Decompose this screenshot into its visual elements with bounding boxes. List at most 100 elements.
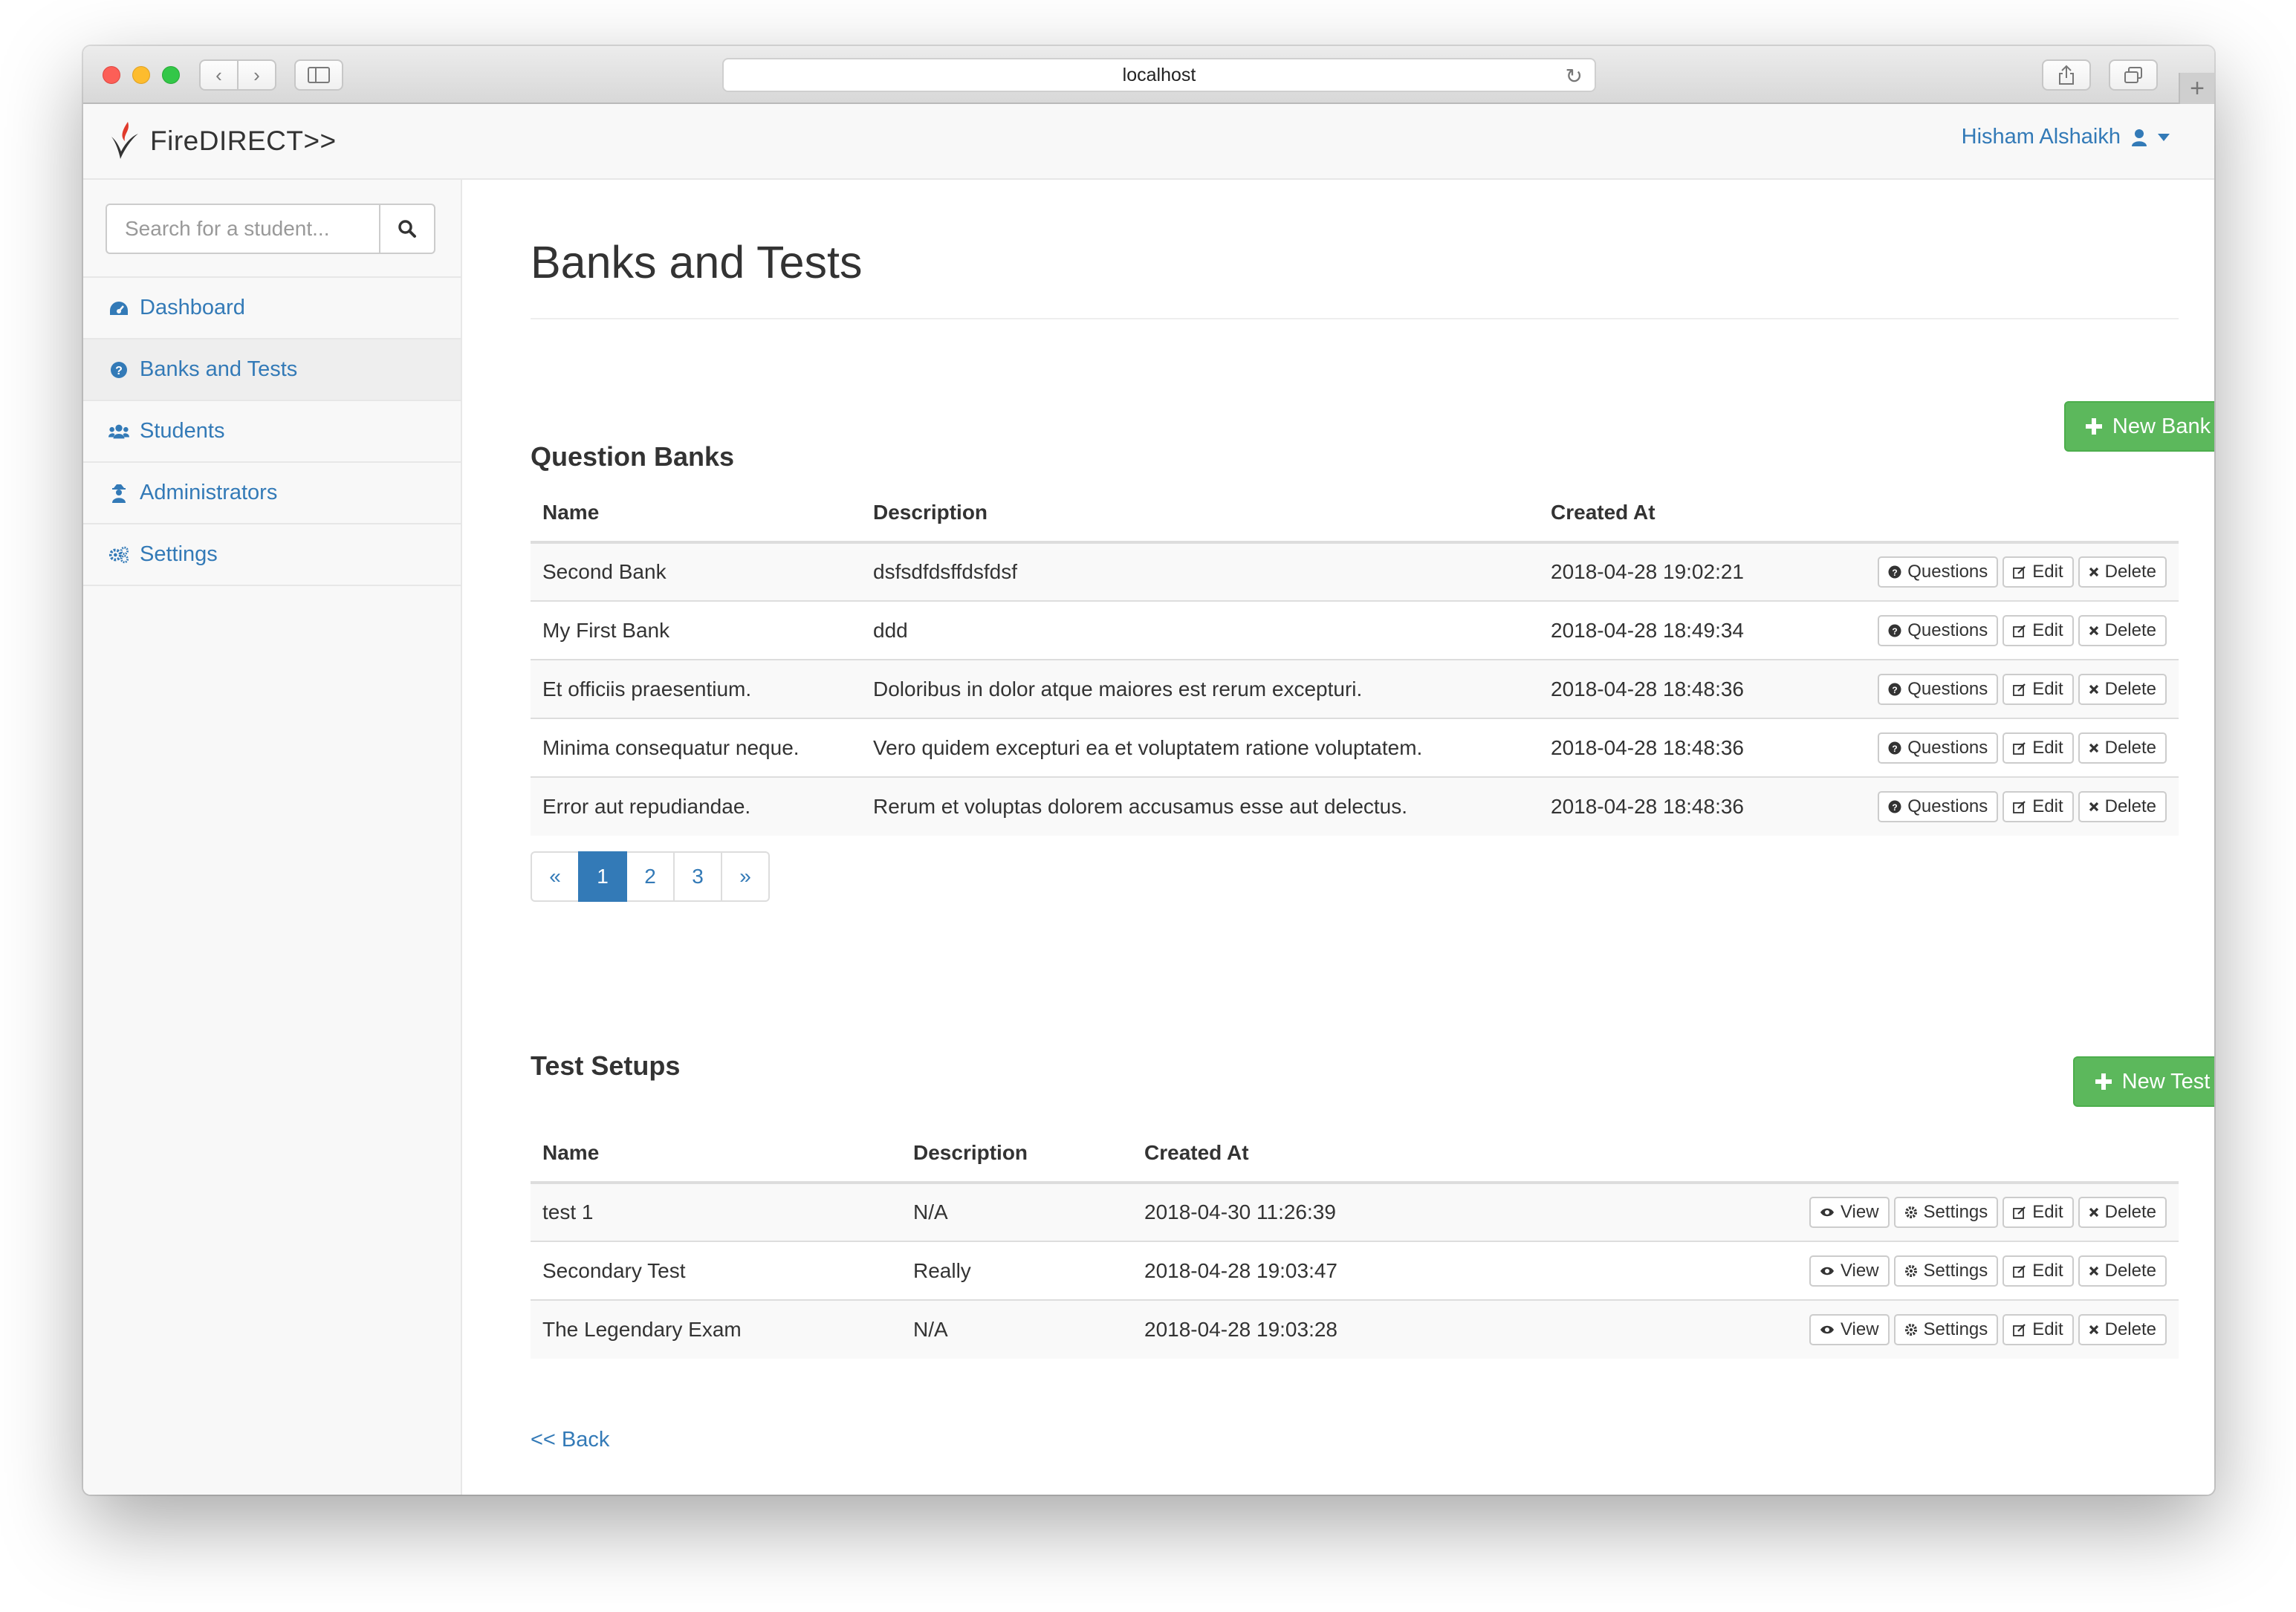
sidebar-icon: [308, 67, 330, 83]
delete-button[interactable]: Delete: [2078, 1197, 2167, 1228]
flame-logo-icon: [111, 122, 138, 159]
view-button[interactable]: View: [1809, 1314, 1890, 1345]
new-test-button[interactable]: New Test: [2073, 1056, 2214, 1107]
table-row: Secondary Test Really 2018-04-28 19:03:4…: [531, 1241, 2179, 1300]
caret-down-icon: [2158, 133, 2170, 141]
forward-arrow-icon[interactable]: ›: [239, 61, 275, 89]
edit-button[interactable]: Edit: [2002, 1197, 2074, 1228]
dashboard-icon: [108, 298, 129, 319]
questions-button[interactable]: ? Questions: [1878, 614, 1999, 646]
pagination-page-1[interactable]: 1: [578, 851, 627, 902]
bank-name: Second Bank: [531, 542, 861, 601]
student-search-input[interactable]: [106, 204, 379, 254]
column-header: Name: [531, 1125, 901, 1184]
sidebar-item-administrators[interactable]: Administrators: [83, 463, 461, 524]
edit-button[interactable]: Edit: [2002, 791, 2074, 822]
view-button[interactable]: View: [1809, 1197, 1890, 1228]
new-tab-button[interactable]: +: [2179, 73, 2214, 104]
remove-icon: [2089, 743, 2098, 753]
sidebar-item-dashboard[interactable]: Dashboard: [83, 278, 461, 339]
test-setups-table: Name Description Created At test 1 N/A 2…: [531, 1125, 2179, 1359]
delete-button[interactable]: Delete: [2078, 556, 2167, 588]
brand-link[interactable]: FireDIRECT>>: [108, 119, 337, 163]
edit-button[interactable]: Edit: [2002, 673, 2074, 705]
pagination-prev[interactable]: «: [531, 851, 580, 902]
sidebar-item-banks-and-tests[interactable]: ? Banks and Tests: [83, 339, 461, 401]
edit-button[interactable]: Edit: [2002, 1255, 2074, 1287]
address-bar[interactable]: localhost ↻: [722, 58, 1596, 92]
question-circle-icon: ?: [1888, 683, 1901, 695]
pagination-page-3[interactable]: 3: [673, 851, 722, 902]
delete-label: Delete: [2104, 678, 2156, 699]
sidebar-item-settings[interactable]: Settings: [83, 524, 461, 586]
settings-button[interactable]: Settings: [1893, 1255, 1999, 1287]
delete-button[interactable]: Delete: [2078, 673, 2167, 705]
delete-label: Delete: [2104, 1319, 2156, 1339]
row-actions: ? Questions Edit Delete: [1790, 659, 2179, 718]
table-row: Second Bank dsfsdfdsffdsfdsf 2018-04-28 …: [531, 542, 2179, 601]
delete-button[interactable]: Delete: [2078, 1314, 2167, 1345]
close-window-button[interactable]: [103, 66, 120, 84]
banks-pagination: « 1 2 3 »: [531, 851, 770, 902]
remove-icon: [2089, 684, 2098, 694]
user-dropdown[interactable]: Hisham Alshaikh: [1962, 125, 2170, 149]
test-description: N/A: [901, 1299, 1132, 1359]
svg-text:?: ?: [1893, 568, 1898, 578]
minimize-window-button[interactable]: [132, 66, 150, 84]
edit-label: Edit: [2032, 1319, 2063, 1339]
questions-label: Questions: [1907, 620, 1988, 640]
edit-label: Edit: [2032, 620, 2063, 640]
delete-button[interactable]: Delete: [2078, 614, 2167, 646]
edit-label: Edit: [2032, 737, 2063, 758]
cogs-icon: [108, 545, 129, 565]
new-test-label: New Test: [2121, 1069, 2211, 1093]
settings-button[interactable]: Settings: [1893, 1314, 1999, 1345]
zoom-window-button[interactable]: [162, 66, 180, 84]
questions-button[interactable]: ? Questions: [1878, 673, 1999, 705]
edit-icon: [2013, 683, 2026, 696]
sidebar-toggle-button[interactable]: [294, 59, 343, 91]
new-bank-button[interactable]: New Bank: [2064, 401, 2214, 452]
edit-button[interactable]: Edit: [2002, 732, 2074, 764]
remove-icon: [2089, 1266, 2098, 1275]
user-icon: [2132, 129, 2147, 146]
pagination-page-2[interactable]: 2: [626, 851, 675, 902]
sidebar-item-students[interactable]: Students: [83, 401, 461, 463]
edit-label: Edit: [2032, 1260, 2063, 1281]
delete-button[interactable]: Delete: [2078, 732, 2167, 764]
edit-label: Edit: [2032, 1202, 2063, 1222]
history-nav: ‹ ›: [199, 59, 276, 91]
search-button[interactable]: [379, 204, 435, 254]
share-icon: [2059, 65, 2074, 85]
svg-text:?: ?: [1893, 626, 1898, 637]
delete-button[interactable]: Delete: [2078, 791, 2167, 822]
table-row: Et officiis praesentium. Doloribus in do…: [531, 659, 2179, 718]
reload-icon[interactable]: ↻: [1566, 64, 1583, 88]
share-button[interactable]: [2042, 59, 2091, 91]
view-button[interactable]: View: [1809, 1255, 1890, 1287]
remove-icon: [2089, 567, 2098, 577]
questions-button[interactable]: ? Questions: [1878, 556, 1999, 588]
svg-text:?: ?: [1893, 802, 1898, 813]
sidebar-nav: Dashboard ? Banks and Tests Students Adm…: [83, 276, 461, 586]
sidebar-item-label: Banks and Tests: [140, 357, 298, 381]
back-link[interactable]: << Back: [531, 1428, 609, 1452]
edit-button[interactable]: Edit: [2002, 556, 2074, 588]
question-circle-icon: ?: [1888, 800, 1901, 813]
settings-button[interactable]: Settings: [1893, 1197, 1999, 1228]
test-name: test 1: [531, 1182, 901, 1241]
sidebar: Dashboard ? Banks and Tests Students Adm…: [83, 180, 462, 1495]
app-navbar: FireDIRECT>> Hisham Alshaikh: [83, 104, 2214, 180]
table-header-row: Name Description Created At: [531, 1125, 2179, 1184]
tabs-overview-button[interactable]: [2109, 59, 2158, 91]
edit-button[interactable]: Edit: [2002, 1314, 2074, 1345]
edit-button[interactable]: Edit: [2002, 614, 2074, 646]
questions-label: Questions: [1907, 796, 1988, 816]
edit-icon: [2013, 801, 2026, 813]
back-arrow-icon[interactable]: ‹: [201, 61, 239, 89]
pagination-next[interactable]: »: [721, 851, 770, 902]
users-icon: [108, 421, 129, 442]
questions-button[interactable]: ? Questions: [1878, 732, 1999, 764]
questions-button[interactable]: ? Questions: [1878, 791, 1999, 822]
delete-button[interactable]: Delete: [2078, 1255, 2167, 1287]
